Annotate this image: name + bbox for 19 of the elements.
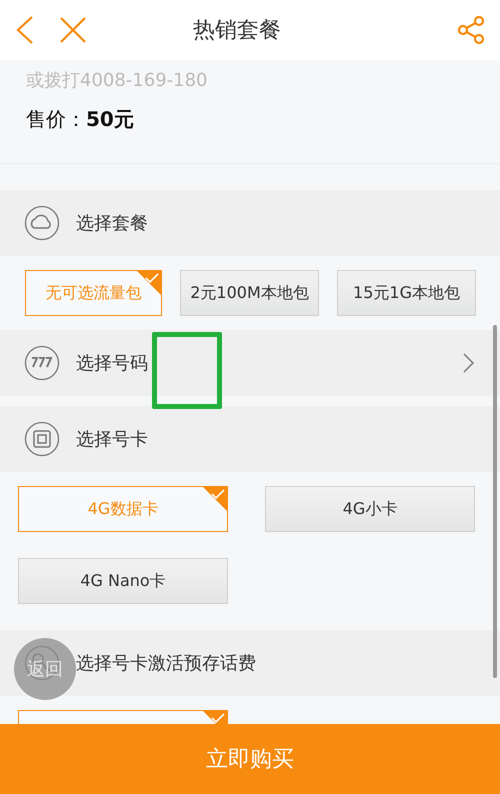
chevron-right-icon bbox=[462, 352, 476, 374]
number-icon bbox=[24, 345, 60, 381]
sim-card-icon bbox=[24, 421, 60, 457]
option-button[interactable]: 4G Nano卡 bbox=[18, 558, 228, 604]
option-button[interactable]: 15元1G本地包 bbox=[337, 270, 476, 316]
section-title: 选择套餐 bbox=[76, 212, 149, 235]
section-link[interactable]: 选择号码 bbox=[0, 330, 500, 396]
share-icon[interactable] bbox=[456, 15, 486, 45]
option-button[interactable]: 4G小卡 bbox=[265, 486, 475, 532]
description-text: 或拨打4008-169-180 bbox=[25, 69, 209, 92]
option-button[interactable]: 2元100M本地包 bbox=[180, 270, 319, 316]
section-title: 选择号码 bbox=[76, 352, 149, 375]
check-corner-icon bbox=[202, 486, 228, 512]
price-text: 售价：50元 bbox=[25, 106, 135, 133]
close-icon[interactable] bbox=[58, 15, 88, 45]
section-title: 选择号卡 bbox=[76, 428, 149, 451]
section-title: 选择号卡激活预存话费 bbox=[76, 652, 257, 675]
page-title: 热销套餐 bbox=[192, 17, 282, 45]
cloud-icon bbox=[24, 205, 60, 241]
